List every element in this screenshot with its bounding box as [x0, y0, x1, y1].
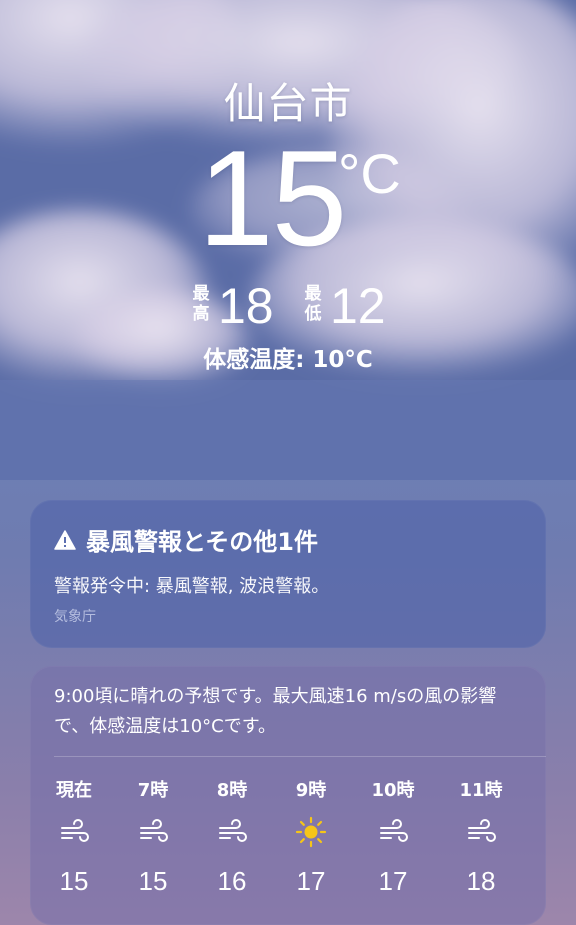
hour-label: 8時 — [216, 780, 248, 801]
hour-item: 11時 18 — [441, 766, 521, 916]
hour-temp: 18 — [466, 866, 496, 896]
alert-title: 暴風警報とその他1件 — [86, 528, 318, 556]
hour-label: 現在 — [56, 780, 92, 801]
high-low: 最高 18 最低 12 — [0, 280, 576, 332]
hour-item: 7時 15 — [113, 766, 193, 916]
alert-body: 警報発令中: 暴風警報, 波浪警報。 — [54, 576, 330, 597]
sun-icon — [295, 816, 327, 848]
high-value: 18 — [218, 278, 274, 334]
low-label: 最低 — [304, 284, 322, 324]
weather-screen: { "location": { "city": "仙台市" }, "curren… — [0, 0, 576, 925]
hour-label: 11時 — [459, 780, 503, 801]
current-temperature: 15 °C — [0, 128, 576, 268]
forecast-summary: 9:00頃に晴れの予想です。最大風速16 m/sの風の影響で、体感温度は10°C… — [54, 686, 497, 737]
divider — [54, 756, 546, 757]
alert-source: 気象庁 — [54, 609, 96, 625]
wind-icon — [61, 819, 89, 842]
hour-label: 7時 — [137, 780, 169, 801]
wind-icon — [468, 819, 496, 842]
hour-item: 9時 17 — [271, 766, 351, 916]
hour-temp: 15 — [138, 866, 168, 896]
high-label: 最高 — [192, 284, 210, 324]
hour-label: 9時 — [295, 780, 327, 801]
low-value: 12 — [330, 278, 386, 334]
hourly-forecast-card[interactable]: 9:00頃に晴れの予想です。最大風速16 m/sの風の影響で、体感温度は10°C… — [30, 666, 546, 925]
temperature-value: 15 — [198, 122, 347, 274]
wind-icon — [219, 819, 247, 842]
feels-like: 体感温度: 10°C — [203, 347, 373, 373]
hour-temp: 17 — [378, 866, 408, 896]
hour-item: 現在 15 — [34, 766, 114, 916]
hour-temp: 16 — [217, 866, 247, 896]
hour-item: 10時 17 — [353, 766, 433, 916]
wind-icon — [140, 819, 168, 842]
warning-icon — [54, 529, 76, 550]
severe-weather-alert[interactable]: 暴風警報とその他1件 警報発令中: 暴風警報, 波浪警報。 気象庁 — [30, 500, 546, 648]
current-conditions: 仙台市 15 °C 最高 18 最低 12 体感温度: 10°C — [0, 0, 576, 420]
alert-title-row: 暴風警報とその他1件 — [54, 522, 318, 557]
wind-icon — [380, 819, 408, 842]
temperature-unit: °C — [338, 142, 401, 205]
hourly-forecast-list[interactable]: 現在 15 7時 15 8時 16 9時 17 10時 17 11時 18 — [30, 766, 546, 916]
hour-temp: 17 — [296, 866, 326, 896]
hour-item: 8時 16 — [192, 766, 272, 916]
hour-temp: 15 — [59, 866, 89, 896]
hour-label: 10時 — [371, 780, 415, 801]
